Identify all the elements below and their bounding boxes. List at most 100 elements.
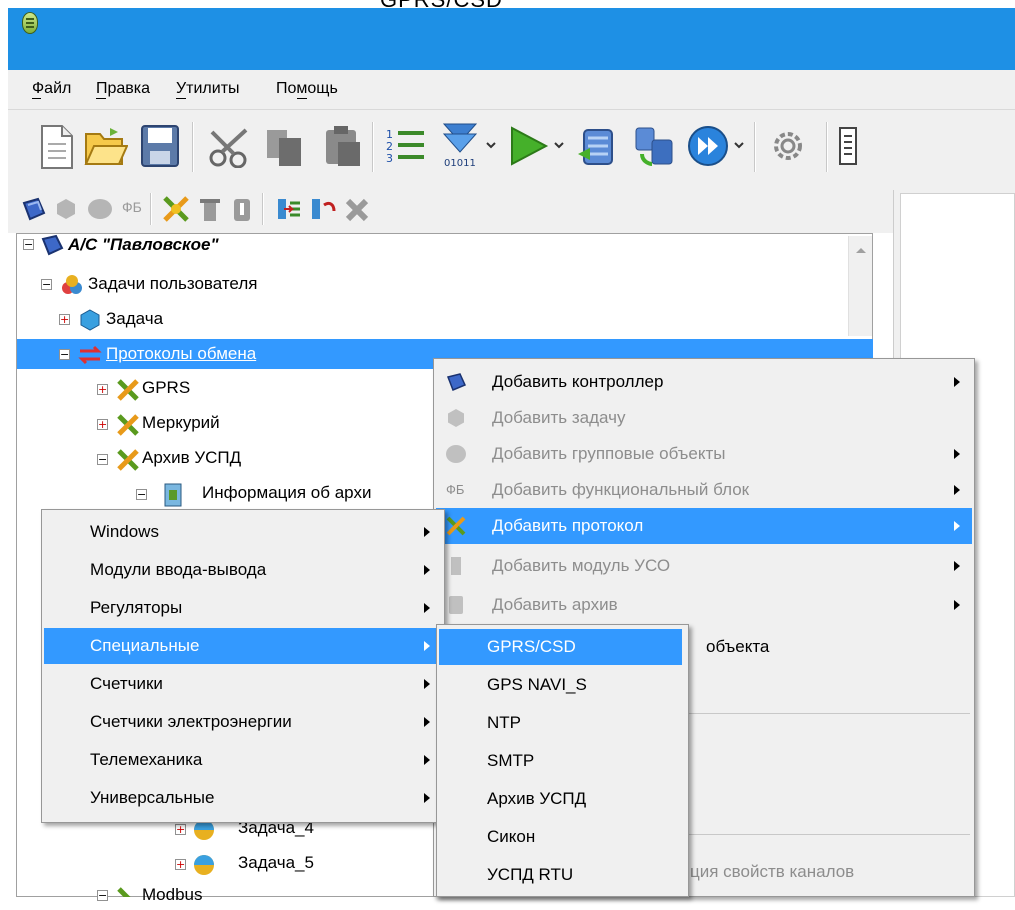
cut-icon[interactable] — [208, 124, 252, 168]
collapse-toggle[interactable]: − — [97, 454, 108, 465]
menu-category-telemechanics[interactable]: Телемеханика — [44, 742, 442, 778]
import-icon[interactable] — [274, 195, 304, 223]
collapse-toggle[interactable]: − — [59, 349, 70, 360]
controller-icon — [446, 373, 466, 391]
expand-toggle[interactable]: + — [97, 419, 108, 430]
chevron-down-icon[interactable] — [734, 140, 744, 150]
menu-help[interactable]: Помощь — [276, 80, 338, 98]
protocol-icon[interactable] — [162, 195, 190, 223]
exchange-icon — [78, 345, 102, 365]
menu-add-protocol[interactable]: Добавить протокол — [436, 508, 972, 544]
expand-toggle[interactable]: + — [59, 314, 70, 325]
chevron-down-icon[interactable] — [486, 140, 496, 150]
settings-gear-icon[interactable] — [766, 124, 810, 168]
expand-toggle[interactable]: + — [175, 859, 186, 870]
menu-protocol-gprs-csd[interactable]: GPRS/CSD — [439, 629, 682, 665]
expand-toggle[interactable]: + — [175, 824, 186, 835]
svg-text:01011: 01011 — [444, 158, 476, 169]
submenu-arrow-icon — [954, 377, 960, 387]
export-icon[interactable] — [308, 195, 338, 223]
menu-item-label: Архив УСПД — [487, 789, 587, 808]
menu-add-task[interactable]: Добавить задачу — [436, 400, 972, 436]
archive-icon — [449, 596, 463, 614]
tree-node-mercury[interactable]: Меркурий — [142, 408, 220, 438]
menu-protocol-uspd-rtu[interactable]: УСПД RTU — [439, 857, 686, 893]
tree-node-modbus[interactable]: Modbus — [142, 880, 202, 910]
group-objects-icon[interactable] — [86, 197, 116, 221]
menu-item-label: Специальные — [90, 636, 200, 655]
menu-add-group-objects[interactable]: Добавить групповые объекты — [436, 436, 972, 472]
top-strip: GPRS/CSD — [0, 0, 1015, 8]
tree-node-root[interactable]: А/С "Павловское" — [68, 230, 219, 260]
numbered-list-icon[interactable]: 123 — [384, 124, 428, 168]
menu-protocol-archive-uspd[interactable]: Архив УСПД — [439, 781, 686, 817]
menu-category-io-modules[interactable]: Модули ввода-вывода — [44, 552, 442, 588]
tree-node-protocols[interactable]: Протоколы обмена — [106, 339, 256, 369]
protocol-icon — [446, 516, 466, 536]
menu-item-label: УСПД RTU — [487, 865, 574, 884]
controller-icon[interactable] — [20, 197, 46, 221]
copy-icon[interactable] — [263, 124, 307, 168]
new-file-icon[interactable] — [40, 124, 74, 170]
menu-protocol-smtp[interactable]: SMTP — [439, 743, 686, 779]
collapse-toggle[interactable]: − — [97, 890, 108, 901]
menu-category-universal[interactable]: Универсальные — [44, 780, 442, 816]
scroll-up-icon[interactable] — [855, 246, 867, 254]
fast-forward-icon[interactable] — [686, 124, 730, 168]
archive-icon[interactable] — [230, 197, 254, 223]
menu-protocol-gps-navi[interactable]: GPS NAVI_S — [439, 667, 686, 703]
tree-toolbar: ФБ — [8, 185, 1015, 233]
menu-item-label: Счетчики — [90, 674, 163, 693]
tree-node-task[interactable]: Задача — [106, 304, 163, 334]
open-folder-icon[interactable] — [84, 124, 128, 168]
sync-servers-icon[interactable] — [632, 124, 676, 168]
menu-item-label: Счетчики электроэнергии — [90, 712, 292, 731]
document-list-icon[interactable] — [838, 126, 858, 166]
menu-category-meters[interactable]: Счетчики — [44, 666, 442, 702]
menu-category-windows[interactable]: Windows — [44, 514, 442, 550]
accel-underline — [32, 98, 41, 99]
server-icon[interactable] — [576, 124, 620, 168]
save-icon[interactable] — [140, 124, 180, 168]
tree-node-gprs[interactable]: GPRS — [142, 373, 190, 403]
menu-item-label: Сикон — [487, 827, 536, 846]
menu-add-function-block[interactable]: ФБ Добавить функциональный блок — [436, 472, 972, 508]
tree-node-archive-info[interactable]: Информация об архи — [202, 478, 371, 508]
menu-add-archive[interactable]: Добавить архив — [436, 587, 972, 623]
menu-item-label: NTP — [487, 713, 521, 732]
accel-underline — [297, 98, 307, 99]
menu-item-label: Windows — [90, 522, 159, 541]
menu-item-label: Добавить модуль УСО — [492, 556, 671, 575]
collapse-toggle[interactable]: − — [41, 279, 52, 290]
menu-category-electricity-meters[interactable]: Счетчики электроэнергии — [44, 704, 442, 740]
task-icon[interactable] — [54, 197, 78, 221]
menu-category-special[interactable]: Специальные — [44, 628, 442, 664]
menu-protocol-ntp[interactable]: NTP — [439, 705, 686, 741]
collapse-toggle[interactable]: − — [23, 239, 34, 250]
tree-node-user-tasks[interactable]: Задачи пользователя — [88, 269, 257, 299]
menu-item-label: объекта — [706, 637, 770, 656]
menu-file[interactable]: Файл — [32, 80, 71, 98]
function-block-icon[interactable]: ФБ — [122, 199, 142, 215]
chevron-down-icon[interactable] — [554, 140, 564, 150]
menu-edit[interactable]: Правка — [96, 80, 150, 98]
download-binary-icon[interactable]: 01011 — [438, 120, 482, 170]
module-icon[interactable] — [198, 197, 222, 223]
menu-add-controller[interactable]: Добавить контроллер — [436, 364, 972, 400]
top-fragment-text: GPRS/CSD — [380, 0, 503, 8]
collapse-toggle[interactable]: − — [136, 489, 147, 500]
run-icon[interactable] — [506, 124, 550, 168]
expand-toggle[interactable]: + — [97, 384, 108, 395]
tree-node-archive-uspd[interactable]: Архив УСПД — [142, 443, 241, 473]
title-bar[interactable] — [8, 8, 1015, 70]
menu-category-regulators[interactable]: Регуляторы — [44, 590, 442, 626]
tree-node-task5[interactable]: Задача_5 — [238, 848, 314, 878]
menu-protocol-sikon[interactable]: Сикон — [439, 819, 686, 855]
menu-item-label: Добавить задачу — [492, 408, 626, 427]
tree-scrollbar[interactable] — [848, 236, 872, 336]
paste-icon[interactable] — [320, 124, 364, 168]
menu-utilities[interactable]: Утилиты — [176, 80, 240, 98]
delete-icon[interactable] — [344, 195, 370, 223]
submenu-arrow-icon — [424, 641, 430, 651]
menu-add-uso-module[interactable]: Добавить модуль УСО — [436, 548, 972, 584]
